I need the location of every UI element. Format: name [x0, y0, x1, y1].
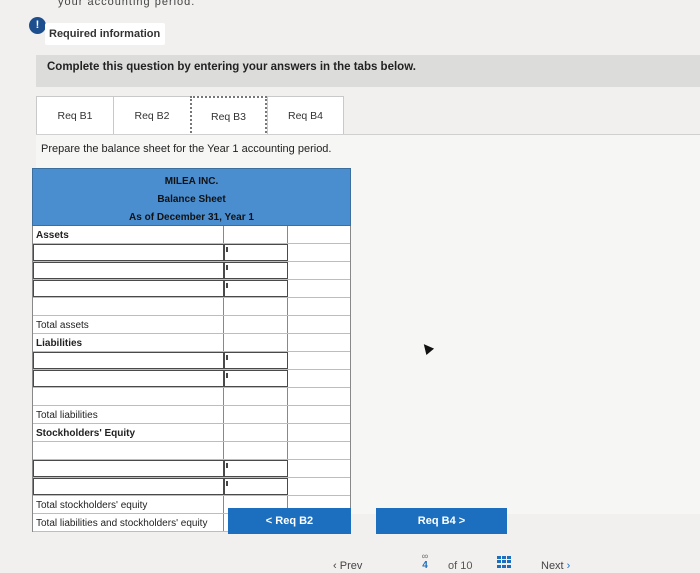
- statement-date: As of December 31, Year 1: [129, 212, 254, 223]
- account-select-input[interactable]: [33, 352, 224, 369]
- amount-input: [224, 334, 288, 351]
- tab-req-b3[interactable]: Req B3: [190, 96, 267, 136]
- statement-title: Balance Sheet: [157, 194, 226, 205]
- tab-bar: Req B1 Req B2 Req B3 Req B4: [36, 96, 344, 136]
- balance-sheet-row: [33, 262, 350, 280]
- row-label: Total liabilities and stockholders' equi…: [33, 514, 224, 531]
- tab-req-b4[interactable]: Req B4: [267, 96, 344, 136]
- balance-sheet-row: Stockholders' Equity: [33, 424, 350, 442]
- total-amount-cell: [288, 388, 350, 405]
- prev-req-button[interactable]: < Req B2: [228, 508, 351, 534]
- total-amount-cell: [288, 226, 350, 243]
- row-label: Total stockholders' equity: [33, 496, 224, 513]
- page-total: of 10: [448, 560, 473, 572]
- account-select-input[interactable]: [33, 262, 224, 279]
- row-label: [33, 388, 224, 405]
- account-select-input[interactable]: [33, 478, 224, 495]
- balance-sheet-row: [33, 388, 350, 406]
- amount-input: [224, 388, 288, 405]
- row-label: Stockholders' Equity: [33, 424, 224, 441]
- balance-sheet-row: [33, 478, 350, 496]
- amount-input[interactable]: [224, 460, 288, 477]
- next-label: Next: [541, 560, 564, 572]
- balance-sheet-header: MILEA INC. Balance Sheet As of December …: [32, 168, 351, 226]
- bottom-navigation: ‹ Prev ∞ 4 of 10 Next ›: [0, 552, 700, 573]
- total-amount-cell: [288, 262, 350, 279]
- account-select-input[interactable]: [33, 280, 224, 297]
- info-icon: !: [29, 17, 46, 34]
- balance-sheet-row: Liabilities: [33, 334, 350, 352]
- balance-sheet-row: Total assets: [33, 316, 350, 334]
- total-amount-cell[interactable]: [288, 406, 350, 423]
- total-amount-cell: [288, 244, 350, 261]
- amount-input[interactable]: [224, 352, 288, 369]
- balance-sheet-row: [33, 460, 350, 478]
- row-label: [33, 442, 224, 459]
- total-amount-cell: [288, 424, 350, 441]
- row-label: Total assets: [33, 316, 224, 333]
- amount-input: [224, 298, 288, 315]
- balance-sheet-row: Assets: [33, 226, 350, 244]
- tab-req-b2[interactable]: Req B2: [113, 96, 190, 136]
- balance-sheet-row: [33, 244, 350, 262]
- balance-sheet: MILEA INC. Balance Sheet As of December …: [32, 168, 351, 532]
- account-select-input[interactable]: [33, 370, 224, 387]
- instruction-bar: Complete this question by entering your …: [36, 55, 700, 87]
- amount-input: [224, 424, 288, 441]
- page-indicator[interactable]: ∞ 4: [414, 552, 436, 571]
- amount-input: [224, 316, 288, 333]
- row-label: Total liabilities: [33, 406, 224, 423]
- total-amount-cell: [288, 334, 350, 351]
- amount-input: [224, 406, 288, 423]
- prev-label: Prev: [339, 560, 363, 572]
- amount-input[interactable]: [224, 244, 288, 261]
- current-page-number: 4: [422, 560, 428, 571]
- company-name: MILEA INC.: [164, 176, 219, 187]
- tab-req-b1[interactable]: Req B1: [36, 96, 113, 136]
- amount-input[interactable]: [224, 478, 288, 495]
- total-amount-cell: [288, 280, 350, 297]
- amount-input[interactable]: [224, 370, 288, 387]
- balance-sheet-row: Total liabilities: [33, 406, 350, 424]
- required-information-label: Required information: [45, 23, 165, 45]
- amount-input: [224, 226, 288, 243]
- next-page-link[interactable]: Next ›: [541, 560, 570, 572]
- row-label: Assets: [33, 226, 224, 243]
- total-amount-cell: [288, 460, 350, 477]
- chevron-right-icon: ›: [563, 560, 571, 572]
- cut-off-header-text: your accounting period.: [58, 0, 196, 8]
- account-select-input[interactable]: [33, 244, 224, 261]
- question-prompt: Prepare the balance sheet for the Year 1…: [41, 143, 332, 155]
- prev-page-link[interactable]: ‹ Prev: [333, 560, 362, 572]
- total-amount-cell: [288, 352, 350, 369]
- account-select-input[interactable]: [33, 460, 224, 477]
- balance-sheet-grid: Assets Total assets Liabilities Total liabi…: [32, 226, 351, 532]
- row-label: Liabilities: [33, 334, 224, 351]
- total-amount-cell: [288, 298, 350, 315]
- amount-input[interactable]: [224, 262, 288, 279]
- grid-view-icon[interactable]: [497, 556, 511, 568]
- chevron-left-icon: ‹: [333, 560, 340, 572]
- next-req-button[interactable]: Req B4 >: [376, 508, 507, 534]
- total-amount-cell: [288, 442, 350, 459]
- balance-sheet-row: [33, 298, 350, 316]
- balance-sheet-row: [33, 442, 350, 460]
- balance-sheet-row: [33, 370, 350, 388]
- total-amount-cell: [288, 478, 350, 495]
- amount-input[interactable]: [224, 280, 288, 297]
- row-label: [33, 298, 224, 315]
- balance-sheet-row: [33, 280, 350, 298]
- balance-sheet-row: [33, 352, 350, 370]
- amount-input: [224, 442, 288, 459]
- total-amount-cell: [288, 370, 350, 387]
- total-amount-cell[interactable]: [288, 316, 350, 333]
